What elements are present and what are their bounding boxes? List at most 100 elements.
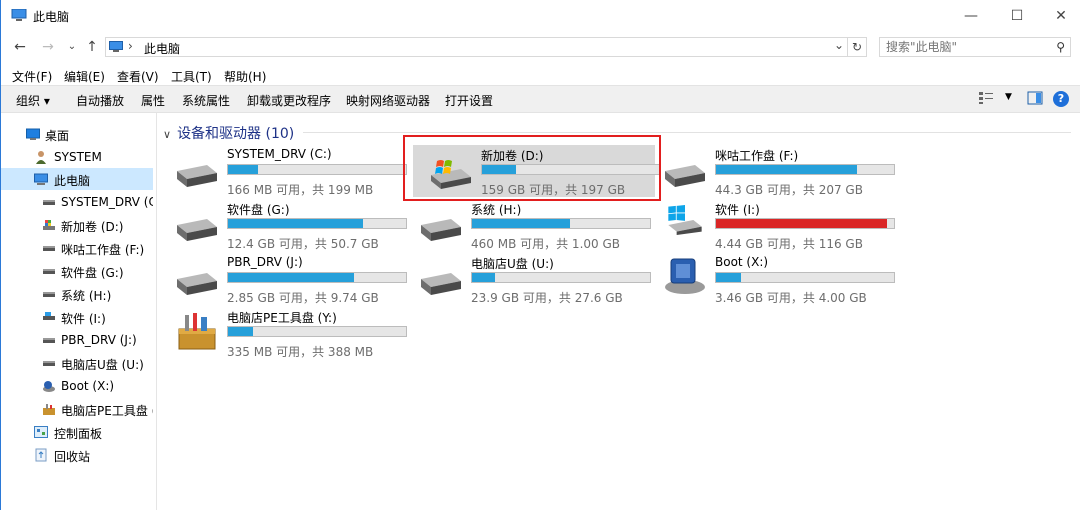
nav-item-drive-i[interactable]: 软件 (I:) bbox=[1, 306, 153, 328]
control-panel-icon bbox=[34, 426, 48, 438]
uninstall-program-button[interactable]: 卸载或更改程序 bbox=[247, 92, 331, 109]
forward-button[interactable]: → bbox=[39, 38, 57, 56]
content-pane: ∨ 设备和驱动器 (10) SYSTEM_DRV (C:) 166 MB 可用，共… bbox=[157, 113, 1080, 510]
autoplay-button[interactable]: 自动播放 bbox=[76, 92, 124, 109]
usage-fill bbox=[716, 273, 741, 282]
minimize-button[interactable]: — bbox=[951, 2, 991, 30]
usage-fill bbox=[228, 219, 364, 228]
address-dropdown-icon[interactable]: ⌄ bbox=[834, 38, 844, 52]
drive-tile-f[interactable]: 咪咕工作盘 (F:) 44.3 GB 可用，共 207 GB bbox=[647, 145, 895, 197]
usage-bar bbox=[471, 272, 651, 283]
nav-item-system-user[interactable]: SYSTEM bbox=[1, 146, 153, 168]
boot-drive-icon bbox=[43, 381, 55, 392]
map-network-drive-button[interactable]: 映射网络驱动器 bbox=[346, 92, 430, 109]
hdd-icon bbox=[421, 273, 461, 295]
nav-item-drive-j[interactable]: PBR_DRV (J:) bbox=[1, 329, 153, 351]
usage-bar bbox=[471, 218, 651, 229]
drive-icon bbox=[43, 312, 55, 320]
drive-tile-u[interactable]: 电脑店U盘 (U:) 23.9 GB 可用，共 27.6 GB bbox=[403, 253, 651, 305]
usage-bar bbox=[227, 164, 407, 175]
nav-item-drive-x[interactable]: Boot (X:) bbox=[1, 375, 153, 397]
group-header[interactable]: ∨ 设备和驱动器 (10) bbox=[163, 123, 294, 143]
properties-button[interactable]: 属性 bbox=[141, 92, 165, 109]
usage-bar bbox=[227, 326, 407, 337]
user-icon bbox=[36, 151, 46, 164]
menu-bar: 文件(F) 编辑(E) 查看(V) 工具(T) 帮助(H) bbox=[1, 64, 1080, 86]
nav-item-recycle-bin[interactable]: 回收站 bbox=[1, 444, 153, 466]
computer-icon bbox=[109, 41, 123, 52]
windows-drive-icon bbox=[43, 220, 55, 230]
usage-fill bbox=[228, 165, 259, 174]
search-icon[interactable]: ⚲ bbox=[1056, 40, 1065, 54]
menu-help[interactable]: 帮助(H) bbox=[224, 68, 266, 85]
nav-item-drive-u[interactable]: 电脑店U盘 (U:) bbox=[1, 352, 153, 374]
close-button[interactable]: ✕ bbox=[1041, 2, 1080, 30]
menu-file[interactable]: 文件(F) bbox=[12, 68, 52, 85]
hdd-icon bbox=[177, 165, 217, 187]
usage-bar bbox=[715, 218, 895, 229]
nav-item-desktop[interactable]: 桌面 bbox=[1, 123, 153, 145]
drive-tile-x[interactable]: Boot (X:) 3.46 GB 可用，共 4.00 GB bbox=[647, 253, 895, 305]
open-settings-button[interactable]: 打开设置 bbox=[445, 92, 493, 109]
up-button[interactable]: ↑ bbox=[83, 38, 101, 56]
maximize-button[interactable]: ☐ bbox=[997, 2, 1037, 30]
usage-fill bbox=[228, 273, 355, 282]
address-bar[interactable]: › 此电脑 ⌄ bbox=[105, 37, 867, 57]
explorer-window: 此电脑 — ☐ ✕ ← → ⌄ ↑ › 此电脑 ⌄ ↻ ⚲ 文件(F) 编辑(E… bbox=[0, 0, 1080, 510]
drive-tile-c[interactable]: SYSTEM_DRV (C:) 166 MB 可用，共 199 MB bbox=[159, 145, 407, 197]
recent-locations-button[interactable]: ⌄ bbox=[63, 38, 81, 56]
breadcrumb-chevron-icon[interactable]: › bbox=[128, 39, 133, 53]
preview-pane-icon[interactable] bbox=[1027, 91, 1043, 105]
highlight-box bbox=[403, 135, 661, 201]
nav-item-drive-h[interactable]: 系统 (H:) bbox=[1, 283, 153, 305]
command-bar: 组织 ▾ 自动播放 属性 系统属性 卸载或更改程序 映射网络驱动器 打开设置 ▼… bbox=[1, 85, 1080, 113]
hdd-icon bbox=[177, 273, 217, 295]
system-properties-button[interactable]: 系统属性 bbox=[182, 92, 230, 109]
toolbox-icon bbox=[178, 313, 216, 350]
nav-item-control-panel[interactable]: 控制面板 bbox=[1, 421, 153, 443]
drive-tile-g[interactable]: 软件盘 (G:) 12.4 GB 可用，共 50.7 GB bbox=[159, 199, 407, 251]
drive-icon bbox=[43, 292, 55, 297]
menu-view[interactable]: 查看(V) bbox=[117, 68, 159, 85]
drive-tile-y[interactable]: 电脑店PE工具盘 (Y:) 335 MB 可用，共 388 MB bbox=[159, 307, 407, 359]
windows-logo-drive-icon bbox=[668, 205, 702, 235]
usage-fill bbox=[228, 327, 253, 336]
nav-item-drive-f[interactable]: 咪咕工作盘 (F:) bbox=[1, 237, 153, 259]
drive-tile-i[interactable]: 软件 (I:) 4.44 GB 可用，共 116 GB bbox=[647, 199, 895, 251]
menu-edit[interactable]: 编辑(E) bbox=[64, 68, 105, 85]
drive-icon bbox=[43, 338, 55, 343]
navigation-pane: 桌面 SYSTEM 此电脑 SYSTEM_DRV (C: 新加卷 (D:) 咪咕… bbox=[1, 113, 157, 510]
boot-drive-icon bbox=[665, 258, 705, 294]
desktop-icon bbox=[26, 128, 40, 140]
view-dropdown-icon[interactable]: ▼ bbox=[1005, 92, 1012, 102]
collapse-chevron-icon[interactable]: ∨ bbox=[163, 128, 171, 141]
usage-fill bbox=[472, 273, 496, 282]
toolbox-icon bbox=[43, 404, 55, 415]
breadcrumb[interactable]: 此电脑 bbox=[144, 40, 180, 57]
computer-icon bbox=[11, 9, 27, 21]
help-icon[interactable]: ? bbox=[1053, 91, 1069, 107]
usage-fill bbox=[472, 219, 570, 228]
search-input[interactable] bbox=[886, 39, 1046, 55]
menu-tools[interactable]: 工具(T) bbox=[171, 68, 212, 85]
drive-icon bbox=[43, 361, 55, 366]
search-box[interactable]: ⚲ bbox=[879, 37, 1071, 57]
computer-icon bbox=[34, 173, 48, 185]
nav-item-drive-c[interactable]: SYSTEM_DRV (C: bbox=[1, 191, 153, 213]
back-button[interactable]: ← bbox=[11, 38, 29, 56]
nav-item-this-pc[interactable]: 此电脑 bbox=[1, 168, 153, 190]
usage-bar bbox=[227, 272, 407, 283]
usage-bar bbox=[227, 218, 407, 229]
nav-item-drive-g[interactable]: 软件盘 (G:) bbox=[1, 260, 153, 282]
nav-item-drive-y[interactable]: 电脑店PE工具盘 ( bbox=[1, 398, 153, 420]
drive-tile-j[interactable]: PBR_DRV (J:) 2.85 GB 可用，共 9.74 GB bbox=[159, 253, 407, 305]
group-divider bbox=[303, 132, 1071, 133]
drive-tile-h[interactable]: 系统 (H:) 460 MB 可用，共 1.00 GB bbox=[403, 199, 651, 251]
nav-item-drive-d[interactable]: 新加卷 (D:) bbox=[1, 214, 153, 236]
window-title: 此电脑 bbox=[33, 10, 70, 24]
organize-button[interactable]: 组织 ▾ bbox=[16, 92, 50, 109]
usage-fill bbox=[716, 219, 887, 228]
refresh-button[interactable]: ↻ bbox=[847, 37, 867, 57]
hdd-icon bbox=[421, 219, 461, 241]
change-view-icon[interactable] bbox=[978, 91, 994, 105]
